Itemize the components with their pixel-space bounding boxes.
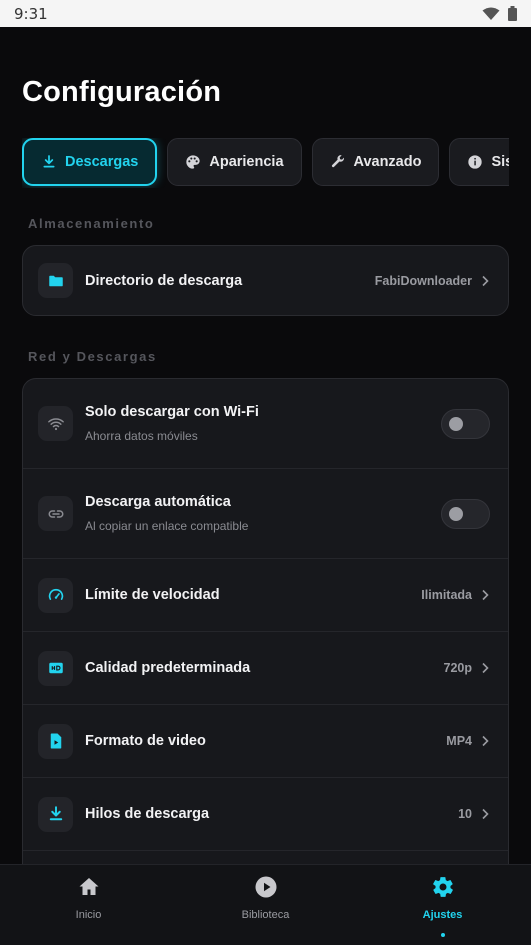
gear-icon — [432, 877, 453, 897]
setting-row-default-quality[interactable]: Calidad predeterminada 720p — [23, 632, 508, 705]
wifi-only-toggle[interactable] — [441, 408, 490, 439]
nav-label: Biblioteca — [241, 909, 290, 921]
tab-apariencia[interactable]: Apariencia — [167, 138, 302, 186]
setting-row-wifi-only[interactable]: Solo descargar con Wi-Fi Ahorra datos mó… — [23, 379, 508, 469]
row-title: Límite de velocidad — [85, 587, 220, 603]
tab-sistema[interactable]: Sistema — [449, 138, 509, 186]
auto-download-toggle[interactable] — [441, 498, 490, 529]
row-subtitle: Ahorra datos móviles — [85, 429, 198, 443]
chevron-right-icon — [482, 808, 489, 820]
section-label-network: Red y Descargas — [28, 349, 157, 364]
chevron-right-icon — [482, 275, 489, 286]
tab-descargas[interactable]: Descargas — [22, 138, 158, 186]
row-value: MP4 — [446, 734, 472, 748]
palette-icon — [186, 155, 201, 169]
network-card: Solo descargar con Wi-Fi Ahorra datos mó… — [22, 378, 509, 878]
section-label-storage: Almacenamiento — [28, 216, 155, 231]
chevron-right-icon — [482, 735, 489, 747]
play-circle-icon — [255, 876, 276, 898]
row-title: Descarga automática — [85, 494, 231, 510]
row-icon-box — [38, 723, 73, 759]
row-value: Ilimitada — [421, 588, 472, 602]
row-value: 10 — [458, 807, 472, 821]
status-icons — [482, 6, 517, 21]
row-subtitle: Al copiar un enlace compatible — [85, 519, 249, 533]
download-icon — [43, 155, 55, 168]
nav-item-biblioteca[interactable]: Biblioteca — [177, 865, 354, 945]
wifi-icon — [47, 417, 64, 430]
hd-icon — [48, 662, 63, 674]
wrench-icon — [331, 155, 344, 168]
folder-icon — [48, 275, 63, 286]
nav-item-inicio[interactable]: Inicio — [0, 865, 177, 945]
row-icon-box — [38, 650, 73, 686]
info-icon — [468, 155, 483, 169]
tab-label: Apariencia — [209, 154, 284, 170]
nav-item-ajustes[interactable]: Ajustes — [354, 865, 531, 945]
row-icon-box — [38, 263, 73, 298]
row-title: Calidad predeterminada — [85, 660, 251, 676]
setting-row-auto-download[interactable]: Descarga automática Al copiar un enlace … — [23, 469, 508, 559]
chevron-right-icon — [482, 589, 489, 601]
bottom-nav: Inicio Biblioteca Ajustes — [0, 864, 531, 945]
row-icon-box — [38, 496, 73, 531]
row-title: Hilos de descarga — [85, 806, 210, 822]
active-indicator-dot — [440, 933, 445, 937]
settings-tabs: Descargas Apariencia Avanzado Sistema — [22, 138, 509, 188]
tab-avanzado[interactable]: Avanzado — [311, 138, 440, 186]
nav-label: Ajustes — [422, 909, 463, 921]
tab-label: Descargas — [65, 154, 139, 170]
setting-row-download-threads[interactable]: Hilos de descarga 10 — [23, 778, 508, 851]
link-icon — [48, 509, 63, 518]
status-bar: 9:31 — [0, 0, 531, 27]
tab-label: Avanzado — [353, 154, 422, 170]
file-video-icon — [50, 733, 61, 749]
setting-row-video-format[interactable]: Formato de video MP4 — [23, 705, 508, 778]
row-icon-box — [38, 796, 73, 832]
download-icon — [49, 806, 62, 821]
row-value: FabiDownloader — [374, 273, 472, 288]
row-value: 720p — [443, 661, 473, 675]
row-title: Formato de video — [85, 733, 206, 749]
status-time: 9:31 — [14, 4, 48, 23]
row-icon-box — [38, 406, 73, 441]
nav-label: Inicio — [75, 909, 102, 921]
page-title: Configuración — [22, 76, 222, 108]
toggle-knob — [449, 416, 463, 431]
storage-card: Directorio de descarga FabiDownloader — [22, 245, 509, 316]
battery-icon — [508, 6, 517, 21]
toggle-knob — [449, 506, 463, 521]
row-icon-box — [38, 577, 73, 613]
row-title: Directorio de descarga — [85, 272, 243, 289]
setting-row-download-directory[interactable]: Directorio de descarga FabiDownloader — [23, 246, 508, 315]
home-icon — [79, 878, 98, 895]
chevron-right-icon — [482, 662, 489, 674]
wifi-signal-icon — [482, 7, 500, 20]
tab-label: Sistema — [491, 154, 509, 170]
row-title: Solo descargar con Wi-Fi — [85, 404, 259, 420]
setting-row-speed-limit[interactable]: Límite de velocidad Ilimitada — [23, 559, 508, 632]
speedometer-icon — [48, 589, 63, 600]
